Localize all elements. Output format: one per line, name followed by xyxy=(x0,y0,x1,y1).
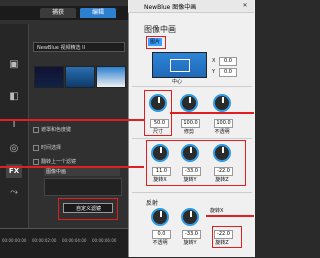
list-item-label: 翻转上一个滤镜 xyxy=(41,159,77,165)
transition-icon[interactable]: ◧ xyxy=(6,90,22,104)
y-input[interactable]: 0.0 xyxy=(219,68,237,77)
highlight-box xyxy=(212,226,242,248)
checkbox[interactable] xyxy=(33,158,39,165)
highlight-line xyxy=(0,166,144,168)
dialog-title: NewBlue 图像中画 xyxy=(144,4,197,11)
filter-list[interactable] xyxy=(44,178,122,196)
checkbox[interactable] xyxy=(33,144,39,151)
crop-value[interactable]: 100.0 xyxy=(181,119,200,128)
opacity-knob[interactable] xyxy=(213,94,231,112)
divider xyxy=(132,192,252,193)
timestamp: 00:00:06:00 xyxy=(92,238,117,243)
list-item-label: 遮罩和色度键 xyxy=(41,127,72,133)
list-item[interactable]: 时间选择 xyxy=(33,144,61,151)
reflection-opacity-label: 不透明 xyxy=(152,240,168,246)
timestamp: 00:00:00:00 xyxy=(2,238,27,243)
divider xyxy=(132,86,252,87)
path-icon[interactable]: ⤳ xyxy=(6,186,22,200)
media-icon[interactable]: ▣ xyxy=(6,58,22,72)
crop-label: 修剪 xyxy=(183,129,194,135)
highlight-box xyxy=(58,198,118,220)
timestamp: 00:00:04:00 xyxy=(62,238,87,243)
x-input[interactable]: 0.0 xyxy=(219,57,237,66)
highlight-box xyxy=(144,90,172,136)
y-label: Y xyxy=(212,69,216,75)
filter-category-select[interactable]: NewBlue 视频精选 II xyxy=(33,42,125,52)
tab-capture[interactable]: 捕获 xyxy=(40,8,76,18)
page-title: 图像中画 xyxy=(144,25,176,34)
close-icon[interactable]: ✕ xyxy=(240,2,250,10)
reflection-rotate-y-label: 旋转Y xyxy=(183,240,197,246)
center-label: 中心 xyxy=(172,79,183,85)
filter-thumbnail[interactable] xyxy=(34,66,64,88)
tab-edit[interactable]: 编辑 xyxy=(80,8,116,18)
highlight-line xyxy=(0,119,144,121)
checkbox[interactable] xyxy=(33,126,39,133)
divider xyxy=(132,138,252,139)
reflection-rotate-y-knob[interactable] xyxy=(181,208,199,226)
filter-thumbnail[interactable] xyxy=(96,66,126,88)
preview-frame[interactable] xyxy=(170,59,190,72)
timeline-ruler[interactable] xyxy=(0,228,128,258)
reflection-opacity-knob[interactable] xyxy=(151,208,169,226)
timestamp: 00:00:02:00 xyxy=(32,238,57,243)
selected-filter[interactable]: 图像中画 xyxy=(44,168,120,176)
crop-knob[interactable] xyxy=(180,94,198,112)
reflection-label: 反射 xyxy=(146,200,159,207)
reflection-opacity-value[interactable]: 0.0 xyxy=(152,230,171,239)
reflection-rotate-y-value[interactable]: -33.0 xyxy=(182,230,201,239)
list-item[interactable]: 翻转上一个滤镜 xyxy=(33,158,76,165)
highlight-box xyxy=(146,140,246,186)
highlight-line xyxy=(206,215,254,217)
rotate-x-label-2: 旋转X xyxy=(210,208,224,214)
list-item[interactable]: 遮罩和色度键 xyxy=(33,126,71,133)
filter-thumbnail[interactable] xyxy=(65,66,95,88)
highlight-box xyxy=(146,36,166,49)
list-item-label: 时间选择 xyxy=(41,145,62,151)
x-label: X xyxy=(212,58,216,64)
position-preview[interactable] xyxy=(152,52,207,78)
highlight-line xyxy=(170,112,254,114)
opacity-value[interactable]: 100.0 xyxy=(214,119,233,128)
opacity-label: 不透明 xyxy=(214,129,230,135)
graphic-icon[interactable]: ◎ xyxy=(6,142,22,156)
